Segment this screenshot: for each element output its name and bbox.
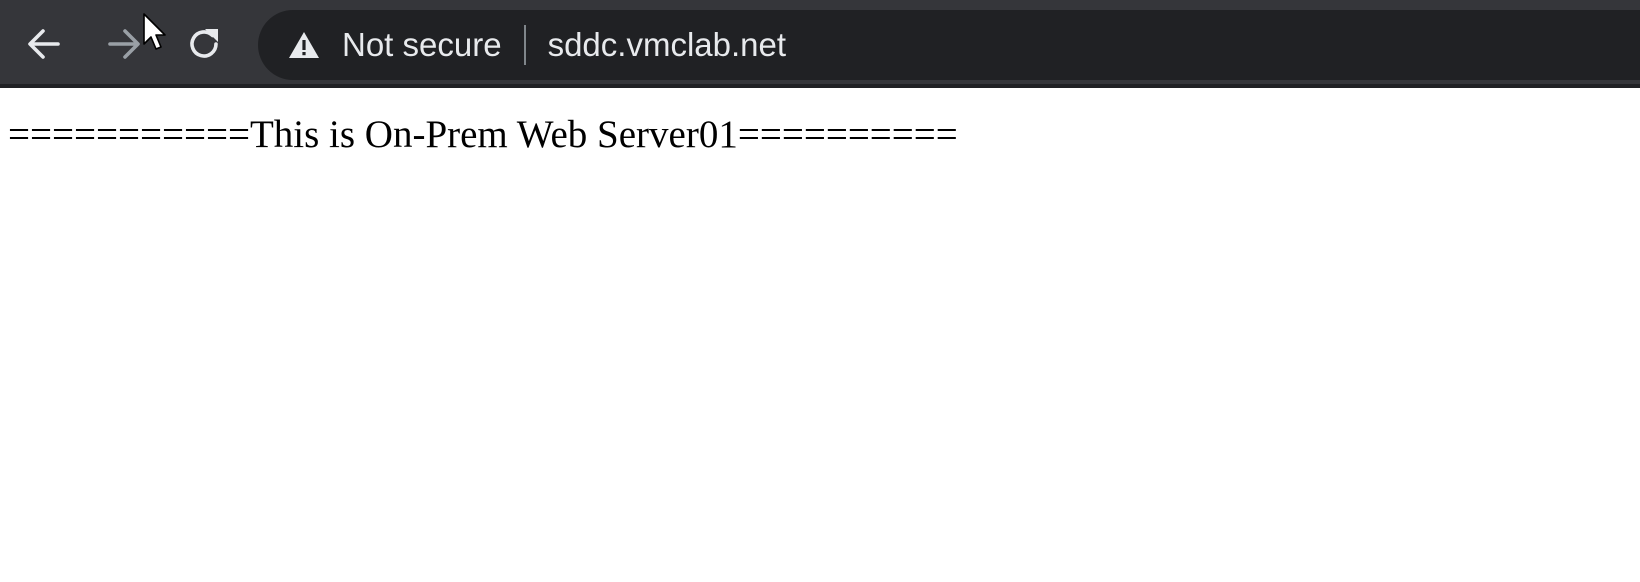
- address-bar[interactable]: Not secure sddc.vmclab.net: [258, 10, 1640, 80]
- security-indicator[interactable]: Not secure: [258, 10, 524, 80]
- omnibox-divider: [523, 25, 526, 65]
- forward-button[interactable]: [94, 14, 154, 74]
- reload-button[interactable]: [174, 14, 234, 74]
- page-content: ===========This is On-Prem Web Server01=…: [0, 92, 1640, 582]
- arrow-right-icon: [108, 29, 140, 59]
- url-text[interactable]: sddc.vmclab.net: [548, 26, 786, 64]
- browser-toolbar: Not secure sddc.vmclab.net: [0, 0, 1640, 88]
- arrow-left-icon: [28, 29, 60, 59]
- page-heading: ===========This is On-Prem Web Server01=…: [8, 113, 958, 156]
- reload-icon: [190, 29, 218, 58]
- back-button[interactable]: [14, 14, 74, 74]
- warning-triangle-icon: [289, 32, 319, 58]
- security-label: Not secure: [342, 26, 502, 63]
